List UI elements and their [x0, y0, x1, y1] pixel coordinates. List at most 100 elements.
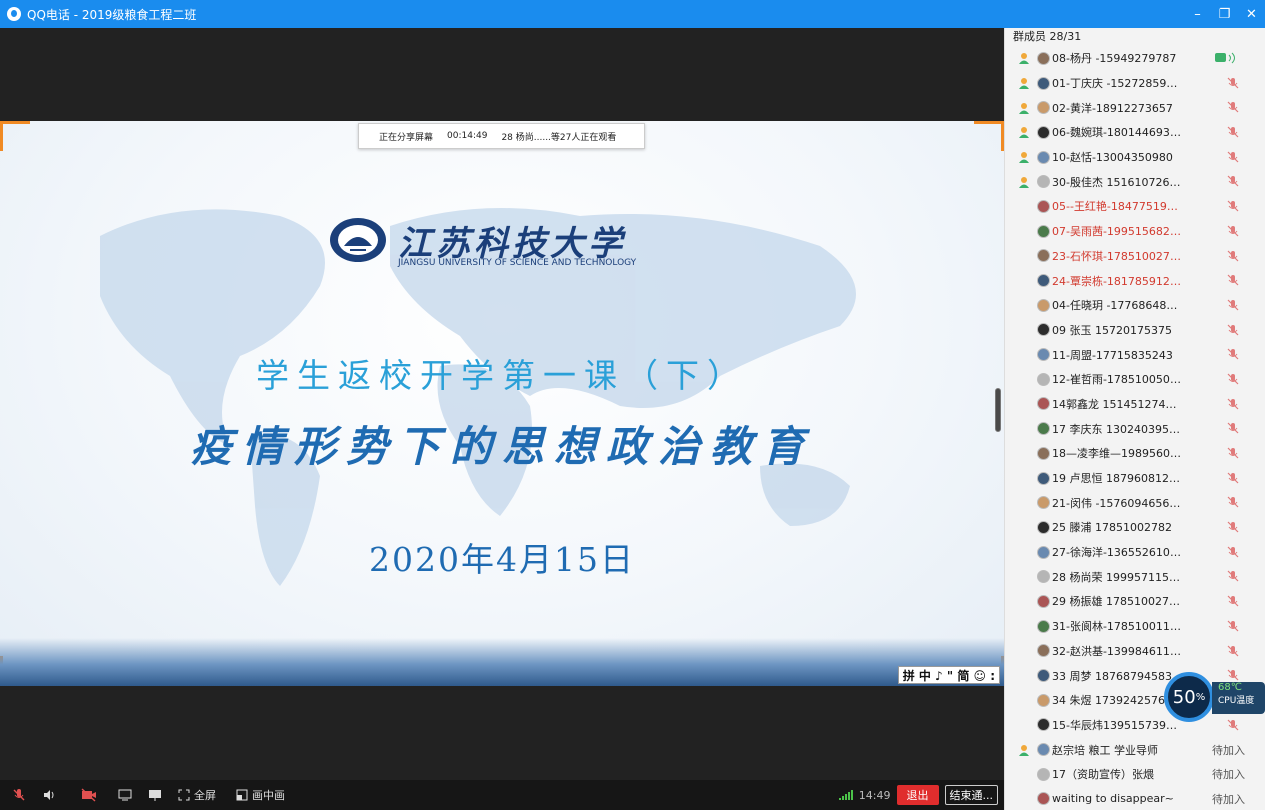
member-name: 10-赵恬-13004350980 [1052, 151, 1173, 165]
avatar [1037, 76, 1050, 90]
member-row[interactable]: 25 滕浦 17851002782 [1005, 515, 1265, 540]
member-row[interactable]: 21-闵伟 -15760946565... [1005, 490, 1265, 515]
panel-resize-handle[interactable] [995, 388, 1001, 432]
avatar [1037, 125, 1050, 139]
frame-corner-top-right [974, 121, 1004, 151]
avatar [1037, 471, 1050, 485]
member-row[interactable]: 27-徐海洋-1365526109... [1005, 540, 1265, 565]
member-row[interactable]: 31-张阆林-1785100117... [1005, 614, 1265, 639]
member-name: 24-覃崇栋-1817859128... [1052, 274, 1182, 288]
window-title: QQ电话 - 2019级粮食工程二班 [27, 7, 197, 22]
admin-icon [1017, 372, 1031, 386]
avatar [1037, 323, 1050, 337]
call-time: 14:49 [858, 788, 891, 802]
pip-button[interactable]: 画中画 [236, 787, 285, 803]
member-row[interactable]: 02-黄洋-18912273657 [1005, 95, 1265, 120]
member-row[interactable]: 18—凌李维—19895605... [1005, 441, 1265, 466]
admin-icon [1017, 422, 1031, 436]
avatar [1037, 743, 1050, 757]
screen-share-status-bar: 正在分享屏幕 00:14:49 28 杨尚......等27人正在观看 [358, 123, 645, 149]
member-row[interactable]: 17 李庆东 13024039547... [1005, 416, 1265, 441]
restore-button[interactable]: ❐ [1211, 0, 1238, 28]
shared-screen-slide: 江苏科技大学 JIANGSU UNIVERSITY OF SCIENCE AND… [0, 121, 1004, 686]
member-row[interactable]: 05--王红艳-1847751928... [1005, 194, 1265, 219]
member-row[interactable]: 01-丁庆庆 -152728599... [1005, 71, 1265, 96]
avatar [1037, 446, 1050, 460]
avatar [1037, 570, 1050, 584]
slide-title: 疫情形势下的思想政治教育 [189, 422, 814, 471]
wave-decoration [0, 638, 1004, 686]
avatar [1037, 693, 1050, 707]
exit-button[interactable]: 退出 [896, 785, 939, 805]
admin-icon [1017, 274, 1031, 288]
end-call-button[interactable]: 结束通... [944, 785, 998, 805]
member-name: 09 张玉 15720175375 [1052, 323, 1172, 337]
admin-icon [1017, 496, 1031, 510]
avatar [1037, 644, 1050, 658]
member-row[interactable]: 04-任晓玥 -177686481... [1005, 293, 1265, 318]
ime-toolbar[interactable]: 拼 中 ♪ " 简 ☺ : [897, 666, 1000, 684]
member-row[interactable]: 09 张玉 15720175375 [1005, 318, 1265, 343]
admin-icon [1017, 718, 1031, 732]
cpu-usage-ring: 50% [1164, 672, 1214, 722]
avatar [1037, 792, 1050, 806]
university-logo [330, 218, 386, 262]
close-button[interactable]: ✕ [1238, 0, 1265, 28]
member-name: 21-闵伟 -15760946565... [1052, 496, 1182, 510]
admin-icon [1017, 792, 1031, 806]
speaker-icon[interactable] [38, 784, 60, 806]
member-name: 12-崔哲雨-1785100506... [1052, 373, 1182, 387]
avatar [1037, 422, 1050, 436]
avatar [1037, 767, 1050, 781]
member-name: 19 卢思恒 18796081275... [1052, 472, 1182, 486]
mic-muted-icon [1227, 570, 1239, 582]
mic-muted-icon [1227, 398, 1239, 410]
member-row[interactable]: 06-魏婉琪-1801446936... [1005, 120, 1265, 145]
admin-icon [1017, 520, 1031, 534]
mic-muted-icon [1227, 126, 1239, 138]
member-name: 17 李庆东 13024039547... [1052, 422, 1182, 436]
avatar [1037, 619, 1050, 633]
member-row[interactable]: 11-周盟-17715835243 [1005, 342, 1265, 367]
minimize-button[interactable]: – [1184, 0, 1211, 28]
member-row[interactable]: 07-吴雨茜-1995156824... [1005, 219, 1265, 244]
avatar [1037, 520, 1050, 534]
admin-icon [1017, 619, 1031, 633]
member-row[interactable]: 32-赵洪基-1399846112... [1005, 639, 1265, 664]
admin-icon [1017, 298, 1031, 312]
member-row[interactable]: 24-覃崇栋-1817859128... [1005, 268, 1265, 293]
mic-muted-icon [1227, 422, 1239, 434]
admin-icon [1017, 76, 1031, 90]
member-name: 赵宗培 粮工 学业导师 [1052, 743, 1158, 757]
speaking-icon [1215, 52, 1239, 64]
waiting-status: 待加入 [1212, 768, 1245, 782]
member-row[interactable]: 19 卢思恒 18796081275... [1005, 466, 1265, 491]
member-row[interactable]: 28 杨尚荣 199957115C... [1005, 564, 1265, 589]
call-toolbar: 全屏 画中画 14:49 退出 结束通... [0, 780, 1004, 810]
member-row[interactable]: 14郭鑫龙 1514512740... [1005, 392, 1265, 417]
member-name: 11-周盟-17715835243 [1052, 348, 1173, 362]
pip-icon [236, 789, 248, 801]
member-name: 02-黄洋-18912273657 [1052, 101, 1173, 115]
member-row[interactable]: waiting to disappear~ 待加入 [1005, 787, 1265, 810]
share-screen-icon[interactable] [114, 784, 136, 806]
video-area: 江苏科技大学 JIANGSU UNIVERSITY OF SCIENCE AND… [0, 28, 1004, 780]
member-row[interactable]: 17（资助宣传）张煨 待加入 [1005, 762, 1265, 787]
member-name: 05--王红艳-1847751928... [1052, 200, 1182, 214]
admin-icon [1017, 570, 1031, 584]
member-row[interactable]: 23-石怀琪-1785100276... [1005, 244, 1265, 269]
presentation-icon[interactable] [144, 784, 166, 806]
member-name: 08-杨丹 -15949279787 [1052, 52, 1177, 66]
member-row[interactable]: 29 杨振雄 1785100278C... [1005, 589, 1265, 614]
member-row[interactable]: 12-崔哲雨-1785100506... [1005, 367, 1265, 392]
member-name: 32-赵洪基-1399846112... [1052, 644, 1182, 658]
member-row[interactable]: 30-殷佳杰 1516107263... [1005, 169, 1265, 194]
cpu-monitor-widget[interactable]: 50% 68℃ CPU温度 [1164, 672, 1265, 722]
mic-muted-icon[interactable] [8, 784, 30, 806]
fullscreen-button[interactable]: 全屏 [178, 787, 216, 803]
member-row[interactable]: 08-杨丹 -15949279787 [1005, 46, 1265, 71]
title-bar: QQ电话 - 2019级粮食工程二班 – ❐ ✕ [0, 0, 1265, 28]
camera-off-icon[interactable] [78, 784, 100, 806]
member-row[interactable]: 赵宗培 粮工 学业导师 待加入 [1005, 737, 1265, 762]
member-row[interactable]: 10-赵恬-13004350980 [1005, 145, 1265, 170]
